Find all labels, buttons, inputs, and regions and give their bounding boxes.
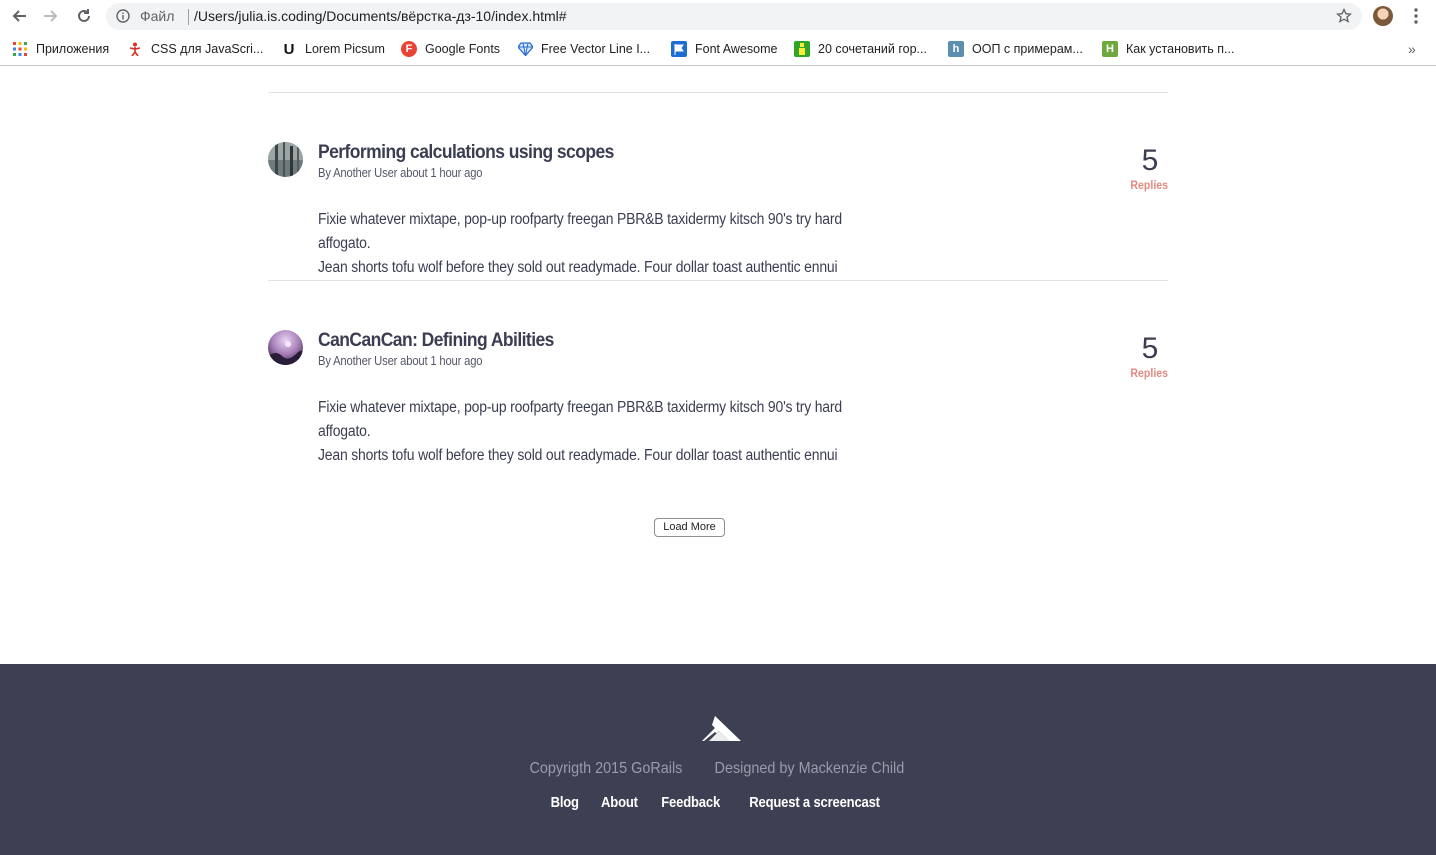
reply-count-label: Replies xyxy=(1130,366,1168,380)
reply-count: 5 Replies xyxy=(1108,144,1168,192)
bookmark-oop[interactable]: h ООП с примерам... xyxy=(948,40,1083,58)
page-content: Performing calculations using scopes By … xyxy=(0,67,1436,664)
post-excerpt: Fixie whatever mixtape, pop-up roofparty… xyxy=(318,208,894,280)
reply-count-label: Replies xyxy=(1130,178,1168,192)
post-title[interactable]: Performing calculations using scopes xyxy=(318,142,614,164)
post-meta: By Another User about 1 hour ago xyxy=(318,166,483,180)
reply-count: 5 Replies xyxy=(1108,332,1168,380)
bookmark-label: Lorem Picsum xyxy=(305,42,385,56)
post-title[interactable]: CanCanCan: Defining Abilities xyxy=(318,330,554,352)
reload-icon[interactable] xyxy=(74,6,94,26)
bookmark-how-to-install[interactable]: H Как установить п... xyxy=(1102,40,1234,58)
footer-link-about[interactable]: About xyxy=(601,795,638,811)
bookmarks-bar: Приложения CSS для JavaScri... U Lorem P… xyxy=(0,33,1436,66)
green-square-icon: H xyxy=(1102,41,1118,57)
bookmark-font-awesome[interactable]: Font Awesome xyxy=(671,40,777,58)
bookmark-label: Как установить п... xyxy=(1126,42,1235,56)
bookmark-star-icon[interactable] xyxy=(1335,7,1353,29)
profile-avatar[interactable] xyxy=(1373,6,1393,26)
post-avatar[interactable] xyxy=(268,330,303,365)
load-more-button[interactable]: Load More xyxy=(654,518,725,537)
footer-credits: Copyrigth 2015 GoRails Designed by Macke… xyxy=(0,760,1436,778)
green-figure-icon xyxy=(794,41,810,57)
bookmark-label: Free Vector Line I... xyxy=(541,42,651,56)
chevron-double-right-icon[interactable]: » xyxy=(1408,41,1416,57)
address-separator xyxy=(188,9,189,25)
bookmark-lorem-picsum[interactable]: U Lorem Picsum xyxy=(281,40,385,58)
bookmark-css-js[interactable]: CSS для JavaScri... xyxy=(127,40,263,58)
bookmark-free-vector[interactable]: Free Vector Line I... xyxy=(517,40,650,58)
bookmark-label: CSS для JavaScri... xyxy=(151,42,264,56)
site-footer: Copyrigth 2015 GoRails Designed by Macke… xyxy=(0,664,1436,855)
flag-icon xyxy=(671,41,687,57)
footer-link-blog[interactable]: Blog xyxy=(551,795,579,811)
post-avatar[interactable] xyxy=(268,142,303,177)
post-excerpt-line: Jean shorts tofu wolf before they sold o… xyxy=(318,259,838,276)
post-excerpt-line: Fixie whatever mixtape, pop-up roofparty… xyxy=(318,211,842,252)
info-icon[interactable] xyxy=(116,9,130,28)
address-bar[interactable]: Файл /Users/julia.is.coding/Documents/вё… xyxy=(106,3,1362,30)
u-letter-icon: U xyxy=(283,40,295,58)
footer-link-feedback[interactable]: Feedback xyxy=(661,795,720,811)
gorails-logo-icon[interactable] xyxy=(701,714,743,749)
forward-arrow-icon[interactable] xyxy=(41,6,61,26)
h-letter-icon: h xyxy=(948,41,964,57)
reply-count-number: 5 xyxy=(1141,332,1159,365)
post-meta: By Another User about 1 hour ago xyxy=(318,354,483,368)
url-text[interactable]: /Users/julia.is.coding/Documents/вёрстка… xyxy=(194,8,567,24)
post-divider xyxy=(268,92,1168,93)
post-item: CanCanCan: Defining Abilities By Another… xyxy=(268,330,1168,464)
footer-link-request-screencast[interactable]: Request a screencast xyxy=(749,795,880,811)
reply-count-number: 5 xyxy=(1141,144,1159,177)
css-person-icon xyxy=(127,41,143,57)
bookmark-google-fonts[interactable]: F Google Fonts xyxy=(401,40,500,58)
post-divider xyxy=(268,280,1168,281)
post-excerpt: Fixie whatever mixtape, pop-up roofparty… xyxy=(318,396,894,468)
copyright-text: Copyrigth 2015 GoRails xyxy=(529,760,683,777)
bookmark-20-combos[interactable]: 20 сочетаний гор... xyxy=(794,40,927,58)
browser-toolbar: Файл /Users/julia.is.coding/Documents/вё… xyxy=(0,0,1436,33)
bookmark-label: Google Fonts xyxy=(425,42,501,56)
post-item: Performing calculations using scopes By … xyxy=(268,142,1168,276)
footer-nav: Blog About Feedback Request a screencast xyxy=(0,794,1436,812)
post-excerpt-line: Jean shorts tofu wolf before they sold o… xyxy=(318,447,838,464)
post-excerpt-line: Fixie whatever mixtape, pop-up roofparty… xyxy=(318,399,842,440)
apps-grid-icon xyxy=(12,41,28,57)
more-menu-icon[interactable] xyxy=(1410,7,1422,25)
bookmark-apps[interactable]: Приложения xyxy=(12,40,109,58)
google-fonts-icon: F xyxy=(401,41,417,57)
back-arrow-icon[interactable] xyxy=(9,6,29,26)
bookmark-label: ООП с примерам... xyxy=(972,42,1083,56)
designed-by-text: Designed by Mackenzie Child xyxy=(714,760,905,777)
diamond-icon xyxy=(517,41,533,57)
bookmark-label: Font Awesome xyxy=(695,42,778,56)
file-scheme-label: Файл xyxy=(140,8,175,24)
bookmark-label: Приложения xyxy=(36,42,110,56)
bookmark-label: 20 сочетаний гор... xyxy=(818,42,927,56)
